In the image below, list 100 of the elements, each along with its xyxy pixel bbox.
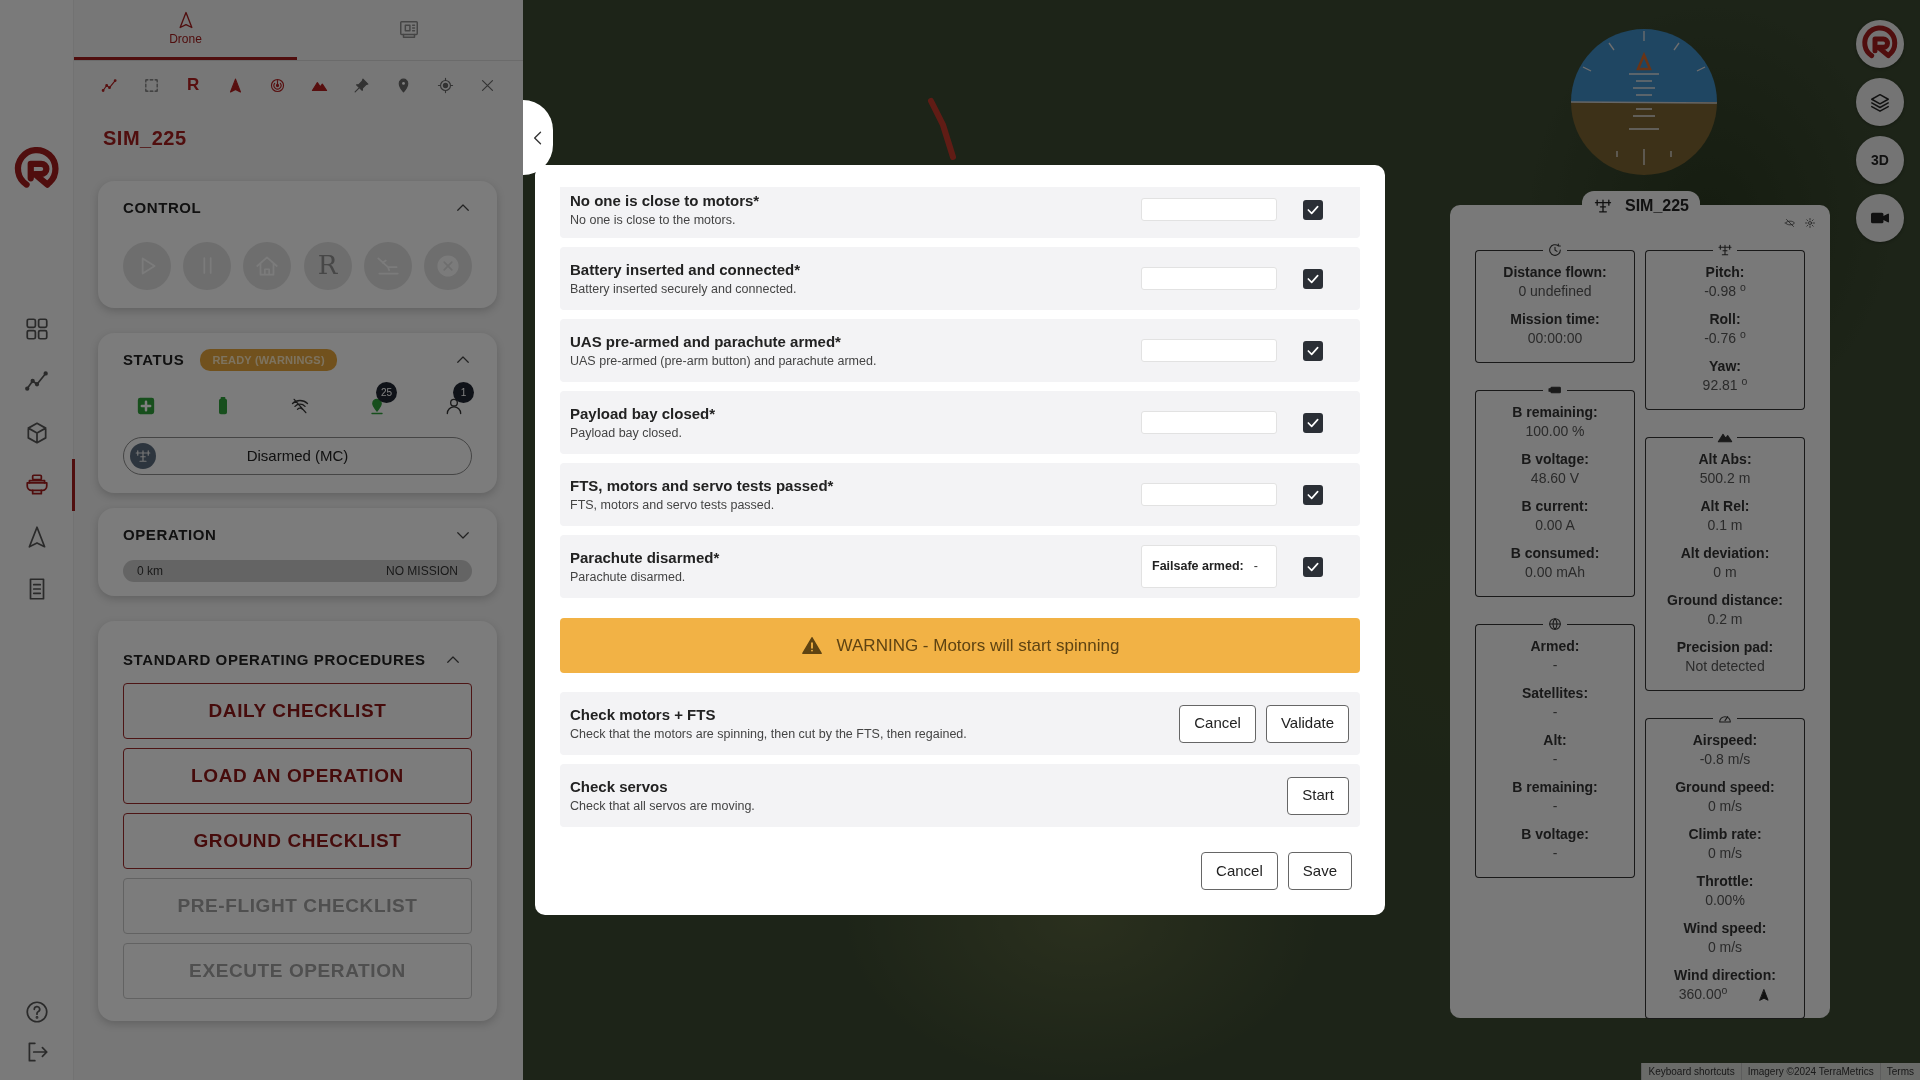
layers-icon (1869, 91, 1891, 113)
globe-icon (1547, 616, 1563, 632)
distance-label: 0 km (137, 562, 163, 580)
pilot-icon (444, 396, 464, 416)
field-label: Wind direction: (1673, 966, 1777, 985)
signal-off-icon (290, 396, 310, 416)
checkbox[interactable] (1303, 484, 1323, 505)
checkbox[interactable] (1303, 268, 1323, 289)
item-description: FTS, motors and servo tests passed. (570, 496, 776, 514)
action-button[interactable]: Start (1287, 776, 1349, 815)
input-field[interactable] (1141, 411, 1277, 434)
field-value: 00:00:00 (1526, 329, 1584, 348)
vehicle-name: SIM_225 (103, 126, 188, 151)
chart-icon (23, 368, 50, 394)
procedure-button[interactable]: LOAD AN OPERATION (123, 748, 472, 804)
field-label: Pitch: (1704, 263, 1746, 282)
field-value: 0 m/s (1706, 938, 1744, 957)
procedure-button[interactable]: DAILY CHECKLIST (123, 683, 472, 739)
field-value: Not detected (1684, 657, 1766, 676)
crosshair-icon (437, 76, 455, 94)
item-title: UAS pre-armed and parachute armed* (570, 331, 842, 351)
checkbox[interactable] (1303, 412, 1323, 433)
drone-icon (130, 443, 156, 469)
field-label: B remaining: (1511, 403, 1599, 422)
field-value: 0.00% (1704, 891, 1746, 910)
field-value: 500.2 m (1698, 469, 1752, 488)
action-button[interactable]: Validate (1265, 704, 1349, 743)
field-value: 92.81 $^{o}$ (1701, 376, 1749, 395)
action-button[interactable]: Cancel (1179, 704, 1256, 743)
drone-icon (23, 472, 50, 498)
drone-icon (1717, 242, 1733, 258)
dialog-button[interactable]: Save (1287, 852, 1352, 890)
test-title: Check motors + FTS (570, 704, 717, 724)
item-title: Payload bay closed* (570, 403, 717, 423)
mode-label: Disarmed (MC) (245, 445, 350, 466)
warning-text: WARNING - Motors will start spinning (836, 634, 1120, 657)
field-value: 0.00 mAh (1524, 563, 1586, 582)
field-label: Alt Abs: (1697, 450, 1753, 469)
dashboard-icon (23, 316, 50, 342)
field-value: 0.00 A (1534, 516, 1576, 535)
input-field[interactable] (1141, 483, 1277, 506)
settings-icon[interactable] (1804, 217, 1816, 229)
field-value: 100.00 % (1524, 422, 1586, 441)
field-label: Roll: (1708, 310, 1742, 329)
chart-icon (100, 76, 118, 94)
field-value: 360.00$^{o}$ (1678, 985, 1728, 1004)
field-label: B consumed: (1509, 544, 1601, 563)
item-title: No one is close to motors* (570, 190, 761, 210)
card-title: STANDARD OPERATING PROCEDURES (123, 649, 426, 670)
card-title: STATUS (123, 349, 185, 370)
card-title: CONTROL (123, 198, 202, 218)
procedure-button[interactable]: GROUND CHECKLIST (123, 813, 472, 869)
field-label: Wind speed: (1682, 919, 1768, 938)
item-description: Parachute disarmed. (570, 568, 687, 586)
readout-label: Failsafe armed: (1152, 558, 1244, 576)
readout-value: - (1253, 558, 1258, 576)
field-label: Precision pad: (1675, 638, 1775, 657)
field-label: Airspeed: (1691, 731, 1759, 750)
selection-icon (142, 76, 160, 94)
field-value: - (1551, 797, 1559, 816)
field-label: Alt deviation: (1679, 544, 1771, 563)
pin-icon (353, 76, 371, 94)
field-value: -0.8 m/s (1698, 750, 1752, 769)
field-label: B current: (1520, 497, 1590, 516)
status-badge: READY (WARNINGS) (200, 348, 337, 371)
input-field[interactable] (1141, 267, 1277, 290)
toolbar-button[interactable]: R (181, 73, 206, 97)
field-label: Alt: (1542, 731, 1568, 750)
health-icon (136, 396, 156, 416)
field-label: B voltage: (1520, 825, 1590, 844)
test-description: Check that the motors are spinning, then cut by the FTS, then regained. (570, 725, 968, 743)
mission-label: NO MISSION (386, 562, 458, 580)
checkbox[interactable] (1303, 199, 1323, 220)
panel-tab[interactable]: Drone (74, 0, 297, 60)
card-title: OPERATION (123, 525, 217, 545)
input-field[interactable] (1141, 198, 1277, 221)
field-label: Yaw: (1708, 357, 1742, 376)
dialog-button[interactable]: Cancel (1201, 852, 1278, 890)
field-value: 48.60 V (1529, 469, 1581, 488)
field-value: - (1551, 750, 1559, 769)
checkbox[interactable] (1303, 340, 1323, 361)
clock-icon (1547, 242, 1563, 258)
field-label: Ground distance: (1666, 591, 1784, 610)
hide-icon[interactable] (1784, 217, 1796, 229)
input-field[interactable] (1141, 339, 1277, 362)
count-badge: 1 (453, 382, 474, 403)
field-value: - (1551, 703, 1559, 722)
item-title: FTS, motors and servo tests passed* (570, 475, 835, 495)
radar-icon (268, 76, 286, 94)
item-title: Battery inserted and connected* (570, 259, 802, 279)
field-label: B remaining: (1511, 778, 1599, 797)
field-label: Throttle: (1695, 872, 1755, 891)
field-label: Alt Rel: (1699, 497, 1751, 516)
help-icon (23, 999, 50, 1025)
warning-icon (800, 634, 823, 657)
item-description: Battery inserted securely and connected. (570, 280, 798, 298)
checkbox[interactable] (1303, 556, 1323, 577)
item-description: No one is close to the motors. (570, 211, 737, 229)
item-description: UAS pre-armed (pre-arm button) and parachute armed. (570, 352, 878, 370)
field-value: - (1551, 656, 1559, 675)
